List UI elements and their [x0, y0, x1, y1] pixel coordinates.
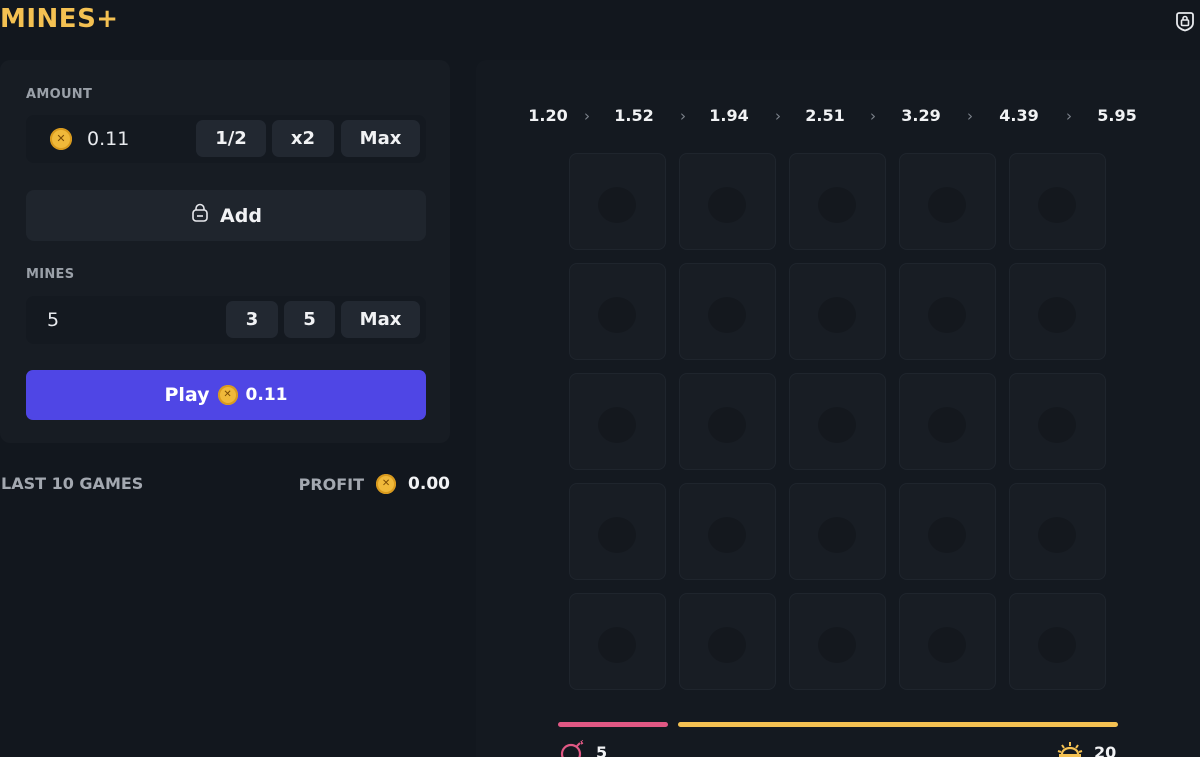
profit-value: 0.00 — [408, 474, 450, 494]
multiplier: 1.94 — [709, 106, 749, 125]
mine-tile[interactable] — [569, 263, 666, 360]
mine-tile[interactable] — [899, 263, 996, 360]
mine-tile[interactable] — [899, 373, 996, 470]
tile-grid — [569, 153, 1106, 690]
play-amount: 0.11 — [245, 385, 288, 405]
chevron-right-icon: › — [870, 107, 876, 125]
coin-icon — [376, 474, 397, 494]
mines-count: 5 — [560, 739, 608, 757]
mines-count-value: 5 — [596, 742, 608, 757]
chevron-right-icon: › — [967, 107, 973, 125]
add-label: Add — [220, 204, 262, 227]
mines-game-app: MINES+ AMOUNT 0.11 1/2 x2 Max Ad — [0, 0, 1200, 757]
mine-tile[interactable] — [789, 263, 886, 360]
amount-value: 0.11 — [87, 128, 130, 150]
mines-3-button[interactable]: 3 — [226, 301, 278, 338]
mines-value: 5 — [47, 309, 60, 331]
mine-tile[interactable] — [679, 263, 776, 360]
mine-tile[interactable] — [899, 483, 996, 580]
chevron-right-icon: › — [775, 107, 781, 125]
treasure-icon — [1056, 740, 1084, 757]
mines-bar — [558, 722, 668, 727]
mine-tile[interactable] — [1009, 153, 1106, 250]
multiplier: 4.39 — [999, 106, 1039, 125]
mine-tile[interactable] — [1009, 263, 1106, 360]
mine-tile[interactable] — [679, 593, 776, 690]
mine-tile[interactable] — [679, 373, 776, 470]
add-funds-button[interactable]: Add — [26, 190, 426, 241]
mines-input[interactable]: 5 3 5 Max — [26, 296, 426, 344]
mine-tile[interactable] — [1009, 593, 1106, 690]
mines-max-button[interactable]: Max — [341, 301, 420, 338]
mine-tile[interactable] — [789, 593, 886, 690]
chevron-right-icon: › — [1066, 107, 1072, 125]
multiplier: 3.29 — [901, 106, 941, 125]
play-button[interactable]: Play 0.11 — [26, 370, 426, 420]
play-label: Play — [164, 384, 210, 406]
mines-label: MINES — [26, 267, 75, 282]
last-games-label: LAST 10 GAMES — [1, 474, 144, 493]
multiplier: 1.20 — [528, 106, 568, 125]
mine-tile[interactable] — [679, 483, 776, 580]
mine-tile[interactable] — [789, 153, 886, 250]
lock-icon[interactable] — [1174, 10, 1196, 32]
chevron-right-icon: › — [680, 107, 686, 125]
gems-count-value: 20 — [1094, 742, 1117, 757]
bomb-icon — [560, 739, 586, 757]
coin-icon — [217, 385, 238, 405]
app-logo: MINES+ — [0, 4, 119, 34]
multiplier: 5.95 — [1097, 106, 1137, 125]
mine-tile[interactable] — [569, 593, 666, 690]
gems-bar — [678, 722, 1118, 727]
mine-tile[interactable] — [789, 373, 886, 470]
mine-tile[interactable] — [679, 153, 776, 250]
mine-tile[interactable] — [899, 153, 996, 250]
mine-tile[interactable] — [569, 483, 666, 580]
mines-5-button[interactable]: 5 — [284, 301, 335, 338]
mine-tile[interactable] — [569, 373, 666, 470]
chevron-right-icon: › — [584, 107, 590, 125]
multiplier-track: 1.20 › 1.52 › 1.94 › 2.51 › 3.29 › 4.39 … — [0, 106, 1200, 128]
amount-label: AMOUNT — [26, 87, 93, 102]
coin-icon — [50, 128, 72, 150]
wallet-icon — [190, 203, 210, 228]
gems-count: 20 — [1056, 740, 1116, 757]
profit-label: PROFIT — [298, 474, 365, 494]
multiplier: 2.51 — [805, 106, 845, 125]
mine-tile[interactable] — [1009, 483, 1106, 580]
profit-summary: PROFIT 0.00 — [299, 474, 450, 494]
mine-tile[interactable] — [1009, 373, 1106, 470]
mine-tile[interactable] — [789, 483, 886, 580]
mine-tile[interactable] — [569, 153, 666, 250]
mine-tile[interactable] — [899, 593, 996, 690]
multiplier: 1.52 — [614, 106, 654, 125]
